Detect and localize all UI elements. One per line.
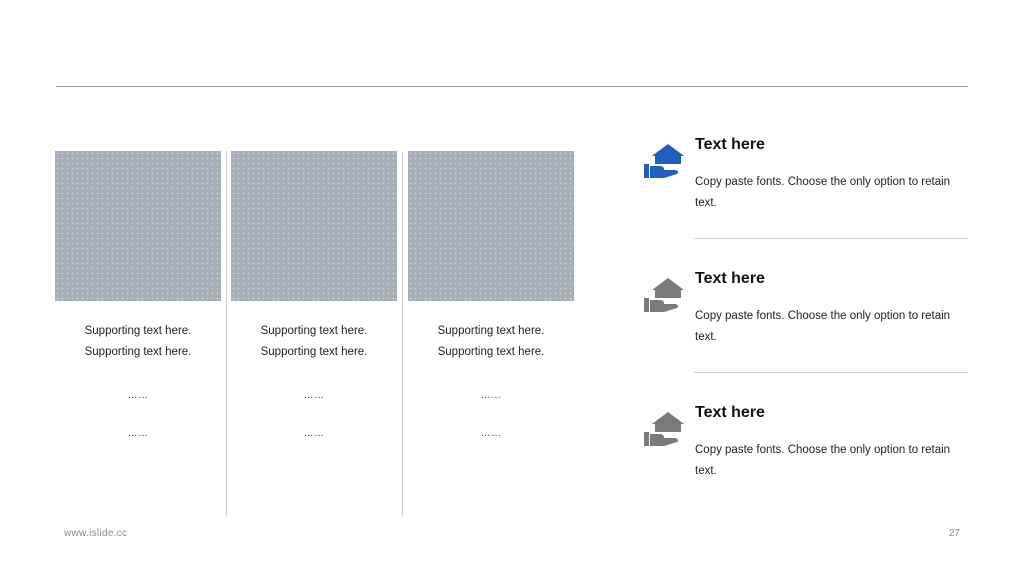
image-column-1: Supporting text here. Supporting text he… [55,151,221,439]
hand-graduation-cap-icon [644,412,684,446]
supporting-text: Supporting text here. Supporting text he… [408,321,574,363]
supporting-text-line: Supporting text here. [437,346,545,358]
image-placeholder[interactable] [231,151,397,301]
supporting-text-line: Supporting text here. [84,325,192,337]
feature-title: Text here [695,270,765,287]
feature-divider [694,372,968,373]
image-placeholder[interactable] [55,151,221,301]
feature-description: Copy paste fonts. Choose the only option… [695,310,951,343]
feature-description: Copy paste fonts. Choose the only option… [695,444,951,477]
ellipsis-text: …… [480,428,502,439]
hand-graduation-cap-icon [644,278,684,312]
column-divider [226,151,227,516]
ellipsis-text: …… [303,390,325,401]
supporting-text: Supporting text here. Supporting text he… [55,321,221,363]
image-column-2: Supporting text here. Supporting text he… [231,151,397,439]
slide: Supporting text here. Supporting text he… [0,0,1024,576]
supporting-text-line: Supporting text here. [84,346,192,358]
ellipsis-text: …… [303,428,325,439]
supporting-text: Supporting text here. Supporting text he… [231,321,397,363]
ellipsis-text: …… [480,390,502,401]
feature-description: Copy paste fonts. Choose the only option… [695,176,951,209]
page-number: 27 [948,528,960,539]
supporting-text-line: Supporting text here. [260,325,368,337]
column-divider [402,151,403,516]
image-placeholder[interactable] [408,151,574,301]
ellipsis-text: …… [127,390,149,401]
top-divider [56,86,968,87]
image-column-3: Supporting text here. Supporting text he… [408,151,574,439]
feature-title: Text here [695,136,765,153]
feature-title: Text here [695,404,765,421]
hand-graduation-cap-icon [644,144,684,178]
supporting-text-line: Supporting text here. [437,325,545,337]
ellipsis-text: …… [127,428,149,439]
feature-divider [694,238,968,239]
supporting-text-line: Supporting text here. [260,346,368,358]
footer-url[interactable]: www.islide.cc [64,528,127,539]
